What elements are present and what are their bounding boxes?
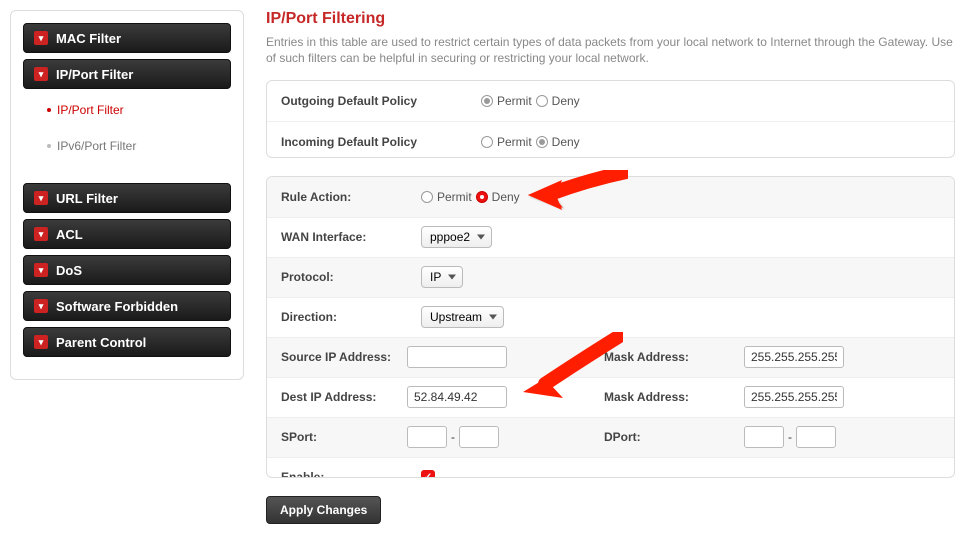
radio-selected-icon bbox=[481, 95, 493, 107]
sidebar-item-label: MAC Filter bbox=[56, 31, 121, 46]
outgoing-policy-label: Outgoing Default Policy bbox=[281, 94, 481, 108]
sidebar-item-label: IP/Port Filter bbox=[57, 103, 124, 117]
wan-interface-select-el[interactable]: pppoe2 bbox=[421, 226, 492, 248]
source-ip-input[interactable] bbox=[407, 346, 507, 368]
sport-from-input[interactable] bbox=[407, 426, 447, 448]
sidebar-item-label: Software Forbidden bbox=[56, 299, 178, 314]
dport-from-input[interactable] bbox=[744, 426, 784, 448]
wan-interface-select[interactable]: pppoe2 bbox=[421, 226, 492, 248]
sidebar-item-label: ACL bbox=[56, 227, 83, 242]
dest-ip-row: Dest IP Address: Mask Address: bbox=[267, 377, 954, 417]
source-ip-label: Source IP Address: bbox=[267, 350, 407, 364]
radio-label: Deny bbox=[552, 94, 580, 108]
radio-label: Deny bbox=[552, 135, 580, 149]
direction-row: Direction: Upstream bbox=[267, 297, 954, 337]
rule-action-row: Rule Action: Permit Deny bbox=[267, 177, 954, 217]
main-content: IP/Port Filtering Entries in this table … bbox=[244, 10, 965, 524]
dash: - bbox=[788, 430, 792, 444]
incoming-permit-radio[interactable]: Permit bbox=[481, 135, 532, 149]
sidebar-item-label: IP/Port Filter bbox=[56, 67, 133, 82]
sidebar-item-url-filter[interactable]: ▾ URL Filter bbox=[23, 183, 231, 213]
rule-permit-radio[interactable]: Permit bbox=[421, 190, 472, 204]
sidebar-item-ipport-filter[interactable]: ▾ IP/Port Filter bbox=[23, 59, 231, 89]
radio-unselected-icon bbox=[421, 191, 433, 203]
dport-label: DPort: bbox=[604, 430, 744, 444]
incoming-deny-radio[interactable]: Deny bbox=[536, 135, 580, 149]
source-mask-label: Mask Address: bbox=[604, 350, 744, 364]
protocol-row: Protocol: IP bbox=[267, 257, 954, 297]
bullet-icon bbox=[47, 144, 51, 148]
sidebar-item-acl[interactable]: ▾ ACL bbox=[23, 219, 231, 249]
bullet-icon bbox=[47, 108, 51, 112]
sidebar: ▾ MAC Filter ▾ IP/Port Filter IP/Port Fi… bbox=[10, 10, 244, 380]
outgoing-policy-row: Outgoing Default Policy Permit Deny bbox=[267, 81, 954, 121]
radio-label: Permit bbox=[437, 190, 472, 204]
radio-label: Permit bbox=[497, 135, 532, 149]
incoming-policy-label: Incoming Default Policy bbox=[281, 135, 481, 149]
rule-deny-radio[interactable]: Deny bbox=[476, 190, 520, 204]
sidebar-subitem-ipport-filter[interactable]: IP/Port Filter bbox=[23, 95, 231, 125]
radio-selected-icon bbox=[536, 136, 548, 148]
protocol-select-el[interactable]: IP bbox=[421, 266, 463, 288]
source-mask-input[interactable] bbox=[744, 346, 844, 368]
sport-label: SPort: bbox=[267, 430, 407, 444]
dport-to-input[interactable] bbox=[796, 426, 836, 448]
chevron-down-icon: ▾ bbox=[34, 227, 48, 241]
direction-select-el[interactable]: Upstream bbox=[421, 306, 504, 328]
chevron-down-icon: ▾ bbox=[34, 263, 48, 277]
dash: - bbox=[451, 430, 455, 444]
chevron-down-icon: ▾ bbox=[34, 191, 48, 205]
enable-row: Enable: ✓ bbox=[267, 457, 954, 479]
chevron-down-icon: ▾ bbox=[34, 67, 48, 81]
sidebar-item-mac-filter[interactable]: ▾ MAC Filter bbox=[23, 23, 231, 53]
rule-panel: Rule Action: Permit Deny WAN Interface: … bbox=[266, 176, 955, 479]
sidebar-item-software-forbidden[interactable]: ▾ Software Forbidden bbox=[23, 291, 231, 321]
radio-unselected-icon bbox=[481, 136, 493, 148]
port-row: SPort: - DPort: - bbox=[267, 417, 954, 457]
outgoing-permit-radio[interactable]: Permit bbox=[481, 94, 532, 108]
chevron-down-icon: ▾ bbox=[34, 299, 48, 313]
apply-changes-button[interactable]: Apply Changes bbox=[266, 496, 381, 524]
radio-selected-icon bbox=[476, 191, 488, 203]
page-description: Entries in this table are used to restri… bbox=[266, 34, 955, 66]
incoming-policy-row: Incoming Default Policy Permit Deny bbox=[267, 121, 954, 157]
protocol-label: Protocol: bbox=[281, 270, 421, 284]
sidebar-item-parent-control[interactable]: ▾ Parent Control bbox=[23, 327, 231, 357]
radio-unselected-icon bbox=[536, 95, 548, 107]
chevron-down-icon: ▾ bbox=[34, 335, 48, 349]
dest-ip-label: Dest IP Address: bbox=[267, 390, 407, 404]
source-ip-row: Source IP Address: Mask Address: bbox=[267, 337, 954, 377]
sidebar-item-label: IPv6/Port Filter bbox=[57, 139, 136, 153]
radio-label: Permit bbox=[497, 94, 532, 108]
direction-label: Direction: bbox=[281, 310, 421, 324]
rule-action-label: Rule Action: bbox=[281, 190, 421, 204]
default-policy-panel: Outgoing Default Policy Permit Deny Inco… bbox=[266, 80, 955, 157]
page-title: IP/Port Filtering bbox=[266, 10, 955, 28]
radio-label: Deny bbox=[492, 190, 520, 204]
protocol-select[interactable]: IP bbox=[421, 266, 463, 288]
dest-mask-input[interactable] bbox=[744, 386, 844, 408]
dest-ip-input[interactable] bbox=[407, 386, 507, 408]
sidebar-item-label: URL Filter bbox=[56, 191, 118, 206]
sidebar-item-dos[interactable]: ▾ DoS bbox=[23, 255, 231, 285]
sidebar-subitem-ipv6port-filter[interactable]: IPv6/Port Filter bbox=[23, 131, 231, 161]
outgoing-policy-value: Permit Deny bbox=[481, 94, 940, 108]
incoming-policy-value: Permit Deny bbox=[481, 135, 940, 149]
rule-action-value: Permit Deny bbox=[421, 190, 940, 204]
direction-select[interactable]: Upstream bbox=[421, 306, 504, 328]
wan-interface-label: WAN Interface: bbox=[281, 230, 421, 244]
sport-to-input[interactable] bbox=[459, 426, 499, 448]
chevron-down-icon: ▾ bbox=[34, 31, 48, 45]
dest-mask-label: Mask Address: bbox=[604, 390, 744, 404]
outgoing-deny-radio[interactable]: Deny bbox=[536, 94, 580, 108]
sidebar-item-label: DoS bbox=[56, 263, 82, 278]
sidebar-item-label: Parent Control bbox=[56, 335, 146, 350]
enable-checkbox[interactable]: ✓ bbox=[421, 470, 435, 478]
spacer bbox=[23, 167, 231, 177]
enable-label: Enable: bbox=[281, 470, 421, 478]
wan-interface-row: WAN Interface: pppoe2 bbox=[267, 217, 954, 257]
